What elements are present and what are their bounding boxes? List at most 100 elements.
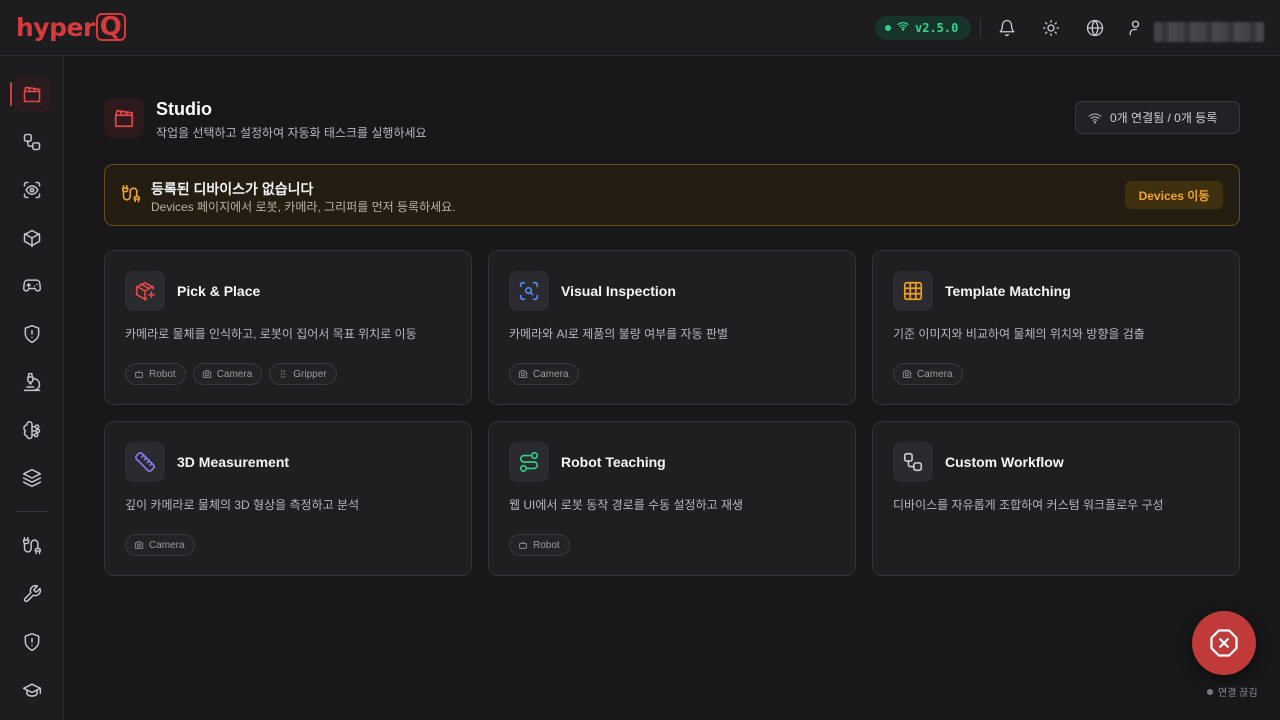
camera-icon: [202, 370, 211, 378]
tag-robot: Robot: [509, 534, 570, 556]
go-devices-button[interactable]: Devices 이동: [1125, 181, 1223, 209]
card-title: Visual Inspection: [561, 283, 676, 299]
eye-scan-icon: [23, 181, 41, 199]
status-dot: [885, 25, 891, 31]
sidebar-item-studio[interactable]: [14, 76, 50, 112]
card-description: 깊이 카메라로 물체의 3D 형상을 측정하고 분석: [125, 498, 360, 512]
octagon-x-icon: [1210, 629, 1238, 657]
sidebar-item-3d[interactable]: [14, 220, 50, 256]
sun-icon[interactable]: [1040, 17, 1062, 39]
sidebar-item-security[interactable]: [14, 624, 50, 660]
sidebar-item-safety[interactable]: [14, 316, 50, 352]
bell-icon[interactable]: [996, 17, 1018, 39]
card-description: 디바이스를 자유롭게 조합하여 커스텀 워크플로우 구성: [893, 498, 1164, 512]
sidebar-divider: [16, 511, 48, 512]
sidebar-item-workflow[interactable]: [14, 124, 50, 160]
sidebar-item-ai[interactable]: [14, 412, 50, 448]
card-tags: Robot Camera Gripper: [125, 363, 337, 385]
cable-icon: [121, 184, 141, 209]
page-icon: [104, 98, 144, 138]
task-card-robot-teaching[interactable]: Robot Teaching 웹 UI에서 로봇 동작 경로를 수동 설정하고 …: [488, 421, 856, 576]
logo-q: Q: [95, 13, 126, 41]
sidebar-item-tools[interactable]: [14, 576, 50, 612]
emergency-stop-button[interactable]: [1192, 611, 1256, 675]
grip-icon: [281, 370, 286, 378]
robot-icon: [519, 541, 527, 549]
active-indicator: [10, 82, 12, 106]
task-card-pick-place[interactable]: Pick & Place 카메라로 물체를 인식하고, 로봇이 집어서 목표 위…: [104, 250, 472, 405]
user-name-redacted[interactable]: [1154, 22, 1264, 42]
card-tags: Camera: [509, 363, 579, 385]
tag-camera: Camera: [893, 363, 963, 385]
brain-icon: [23, 420, 41, 440]
robot-icon: [135, 370, 143, 378]
card-title: Robot Teaching: [561, 454, 666, 470]
microscope-icon: [23, 372, 41, 392]
sidebar: [0, 56, 64, 720]
page-title: Studio: [156, 99, 212, 119]
sidebar-item-layers[interactable]: [14, 460, 50, 496]
tag-camera: Camera: [192, 363, 263, 385]
logo-text: hyper: [16, 12, 95, 42]
layers-icon: [22, 468, 42, 488]
shield-icon: [24, 632, 40, 652]
globe-icon[interactable]: [1084, 17, 1106, 39]
card-tags: Robot: [509, 534, 570, 556]
task-card-template-matching[interactable]: Template Matching 기준 이미지와 비교하여 물체의 위치와 방…: [872, 250, 1240, 405]
grid-icon: [893, 271, 933, 311]
no-devices-alert: 등록된 디바이스가 없습니다 Devices 페이지에서 로봇, 카메라, 그리…: [104, 164, 1240, 226]
wrench-icon: [23, 584, 42, 603]
card-description: 웹 UI에서 로봇 동작 경로를 수동 설정하고 재생: [509, 498, 744, 512]
clapperboard-icon: [23, 86, 41, 103]
package-plus-icon: [125, 271, 165, 311]
alert-title: 등록된 디바이스가 없습니다: [151, 181, 314, 197]
card-description: 기준 이미지와 비교하여 물체의 위치와 방향을 검출: [893, 327, 1145, 341]
sidebar-item-learn[interactable]: [14, 672, 50, 708]
divider: [980, 18, 981, 38]
top-bar: hyper Q v2.5.0: [0, 0, 1280, 56]
connection-status-label: 연결 끊김: [1218, 688, 1258, 699]
status-dot: [1207, 688, 1213, 695]
card-title: Template Matching: [945, 283, 1071, 299]
card-title: Pick & Place: [177, 283, 261, 299]
card-tags: Camera: [893, 363, 963, 385]
sidebar-item-lab[interactable]: [14, 364, 50, 400]
camera-icon: [134, 541, 144, 549]
logo[interactable]: hyper Q: [16, 12, 126, 42]
scan-search-icon: [509, 271, 549, 311]
card-title: 3D Measurement: [177, 454, 290, 470]
camera-icon: [902, 370, 912, 378]
tag-camera: Camera: [125, 534, 195, 556]
card-tags: Camera: [125, 534, 195, 556]
cable-icon: [22, 536, 42, 555]
gamepad-icon: [23, 279, 41, 292]
sidebar-item-vision[interactable]: [14, 172, 50, 208]
sidebar-item-devices[interactable]: [14, 528, 50, 564]
workflow-icon: [893, 442, 933, 482]
version-badge: v2.5.0: [875, 16, 971, 40]
version-text: v2.5.0: [915, 21, 959, 35]
card-title: Custom Workflow: [945, 454, 1064, 470]
shield-alert-icon: [24, 324, 40, 344]
graduation-cap-icon: [22, 683, 42, 697]
workflow-icon: [23, 133, 41, 151]
wifi-icon: [1088, 112, 1102, 124]
connection-status: 연결 끊김: [1207, 684, 1258, 699]
route-icon: [509, 442, 549, 482]
task-card-custom-workflow[interactable]: Custom Workflow 디바이스를 자유롭게 조합하여 커스텀 워크플로…: [872, 421, 1240, 576]
card-description: 카메라로 물체를 인식하고, 로봇이 집어서 목표 위치로 이동: [125, 327, 417, 341]
task-card-visual-inspection[interactable]: Visual Inspection 카메라와 AI로 제품의 불량 여부를 자동…: [488, 250, 856, 405]
page-subtitle: 작업을 선택하고 설정하여 자동화 태스크를 실행하세요: [156, 126, 427, 140]
tag-camera: Camera: [509, 363, 579, 385]
task-card-3d-measurement[interactable]: 3D Measurement 깊이 카메라로 물체의 3D 형상을 측정하고 분…: [104, 421, 472, 576]
user-icon[interactable]: [1126, 17, 1148, 39]
camera-icon: [518, 370, 528, 378]
ruler-icon: [125, 442, 165, 482]
clapperboard-icon: [114, 109, 134, 128]
alert-message: Devices 페이지에서 로봇, 카메라, 그리퍼를 먼저 등록하세요.: [151, 200, 456, 214]
wifi-icon: [897, 19, 909, 37]
connection-summary-button[interactable]: 0개 연결됨 / 0개 등록: [1075, 101, 1240, 134]
cube-icon: [23, 229, 41, 248]
sidebar-item-control[interactable]: [14, 268, 50, 304]
tag-gripper: Gripper: [269, 363, 337, 385]
